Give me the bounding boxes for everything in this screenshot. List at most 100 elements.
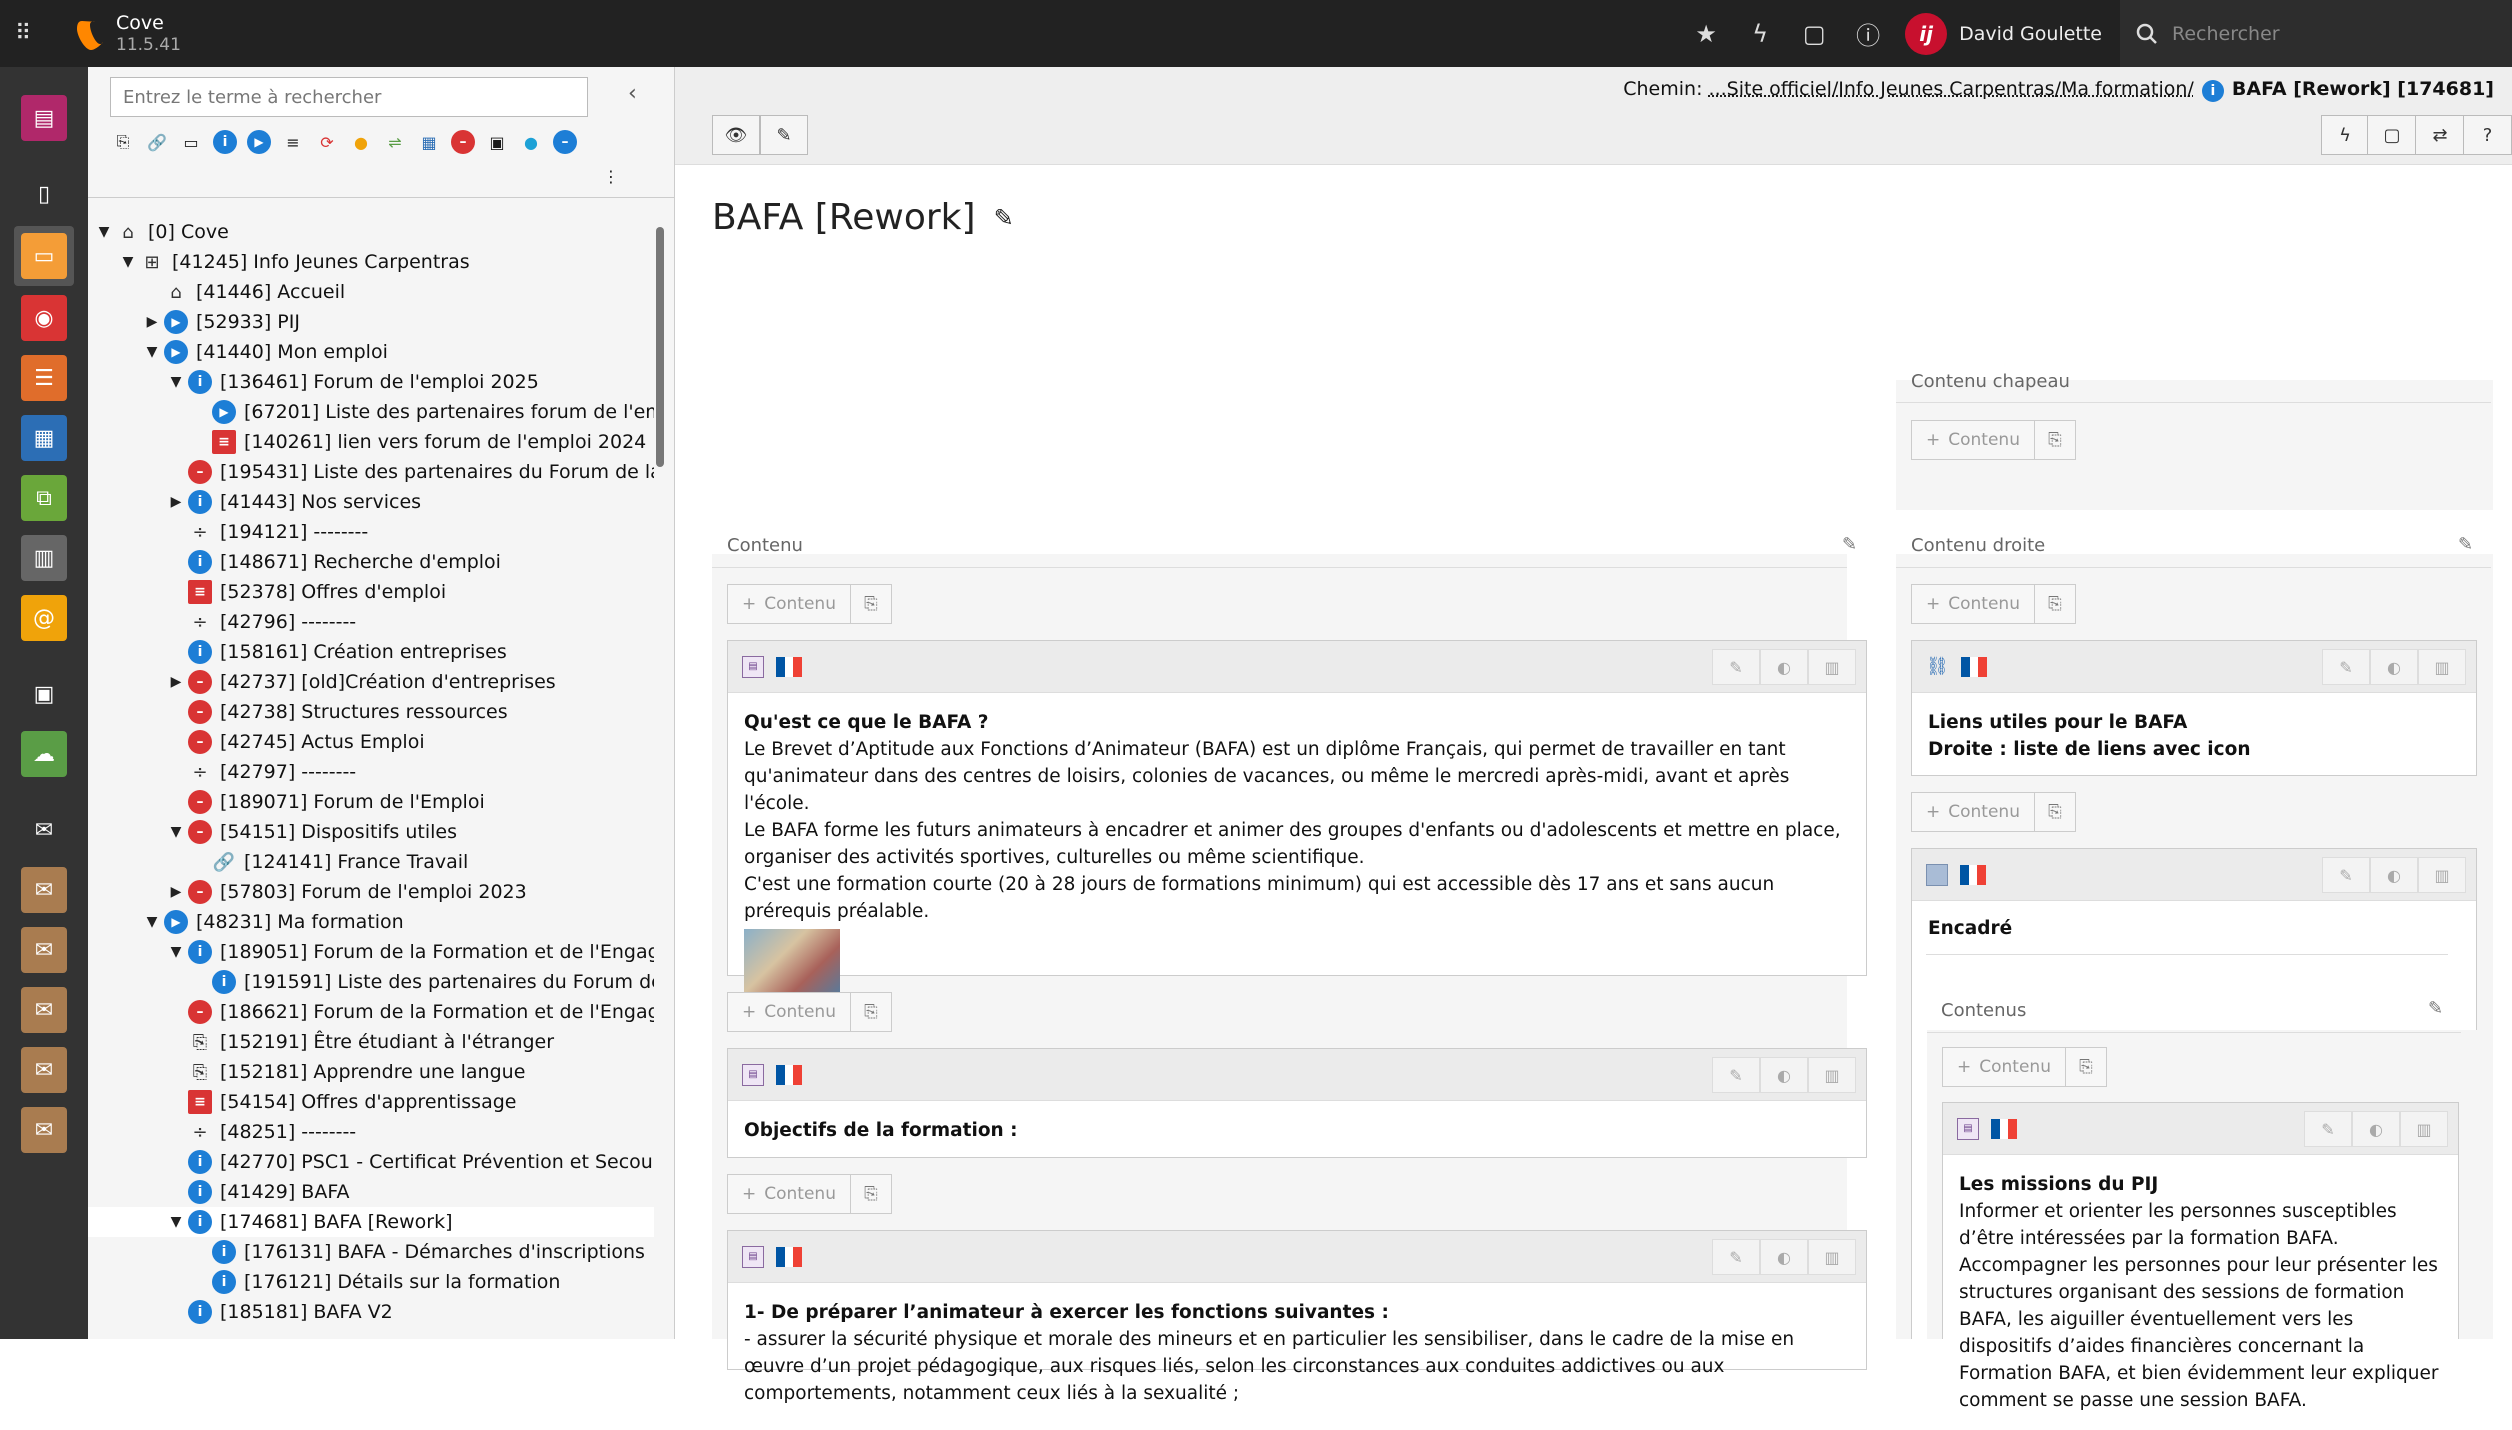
view-page-button[interactable]: 👁 bbox=[712, 115, 760, 155]
tree-node[interactable]: ÷ [42797] -------- bbox=[88, 757, 356, 787]
tree-node-label[interactable]: [41446] Accueil bbox=[196, 281, 345, 303]
edit-icon[interactable]: ✎ bbox=[2304, 1111, 2352, 1147]
new-redirect-icon[interactable]: ⟳ bbox=[314, 129, 340, 155]
apps-grid-icon[interactable]: ⠿ bbox=[0, 0, 46, 67]
opendocs-icon[interactable]: ▢ bbox=[1787, 0, 1841, 67]
tree-node[interactable]: ▶ ▶ [52933] PIJ bbox=[88, 307, 300, 337]
toggle-visibility-icon[interactable]: ◐ bbox=[2352, 1111, 2400, 1147]
tree-node-label[interactable]: [140261] lien vers forum de l'emploi 202… bbox=[244, 431, 646, 453]
new-doc-icon[interactable]: ≡ bbox=[280, 129, 306, 155]
bookmark-star-icon[interactable]: ★ bbox=[1679, 0, 1733, 67]
module-news[interactable]: @ bbox=[16, 590, 72, 646]
tree-node[interactable]: 🔗 [124141] France Travail bbox=[88, 847, 469, 877]
add-content-1[interactable]: + Contenu ⎘ bbox=[727, 584, 892, 624]
tree-node-label[interactable]: [42796] -------- bbox=[220, 611, 356, 633]
tree-node[interactable]: ÷ [42796] -------- bbox=[88, 607, 356, 637]
module-recycler[interactable]: ▥ bbox=[16, 530, 72, 586]
tree-filter-input[interactable]: Entrez le terme à rechercher bbox=[110, 77, 588, 117]
toggle-visibility-icon[interactable]: ◐ bbox=[1760, 1057, 1808, 1093]
doc-icon[interactable]: ≡ bbox=[188, 580, 212, 604]
module-list[interactable]: ☰ bbox=[16, 350, 72, 406]
collapse-tree-icon[interactable]: ‹ bbox=[628, 81, 637, 106]
edit-icon[interactable]: ✎ bbox=[1712, 649, 1760, 685]
tree-node-label[interactable]: [186621] Forum de la Formation et de l'E… bbox=[220, 1001, 654, 1023]
module-newsletter[interactable]: ✉ bbox=[16, 862, 72, 918]
tree-node-label[interactable]: [152181] Apprendre une langue bbox=[220, 1061, 525, 1083]
tree-node[interactable]: ▶ [67201] Liste des partenaires forum de … bbox=[88, 397, 654, 427]
new-calendar-icon[interactable]: ▦ bbox=[416, 129, 442, 155]
delete-icon[interactable]: ▥ bbox=[2418, 857, 2466, 893]
pencil-icon[interactable]: ✎ bbox=[994, 204, 1014, 232]
edit-icon[interactable]: ✎ bbox=[1712, 1239, 1760, 1275]
tree-node[interactable]: ⌂ [41446] Accueil bbox=[88, 277, 345, 307]
toggle-visibility-icon[interactable]: ◐ bbox=[2370, 649, 2418, 685]
collapse-node-icon[interactable]: ▼ bbox=[168, 374, 184, 390]
toggle-visibility-icon[interactable]: ◐ bbox=[2370, 857, 2418, 893]
doc-icon[interactable]: ≡ bbox=[188, 1090, 212, 1114]
collapse-node-icon[interactable]: ▼ bbox=[144, 914, 160, 930]
link-icon[interactable]: 🔗 bbox=[212, 850, 236, 874]
new-page-icon[interactable]: ⎘ bbox=[110, 129, 136, 155]
search-input[interactable]: Rechercher bbox=[2172, 23, 2280, 45]
hidden-icon[interactable]: – bbox=[188, 1000, 212, 1024]
hidden-icon[interactable]: – bbox=[188, 670, 212, 694]
expand-node-icon[interactable]: ▶ bbox=[168, 884, 184, 900]
collapse-node-icon[interactable]: ▼ bbox=[168, 944, 184, 960]
path-link[interactable]: ...Site officiel/Info Jeunes Carpentras/… bbox=[1709, 78, 2194, 100]
tree-node[interactable]: ▼ i [136461] Forum de l'emploi 2025 bbox=[88, 367, 539, 397]
hidden-icon[interactable]: – bbox=[188, 790, 212, 814]
tree-node[interactable]: – [195431] Liste des partenaires du Forum… bbox=[88, 457, 654, 487]
shortcut-icon[interactable]: ▶ bbox=[212, 400, 236, 424]
add-content-nested[interactable]: + Contenu ⎘ bbox=[1942, 1047, 2107, 1087]
info-icon[interactable]: i bbox=[188, 1150, 212, 1174]
spacer-icon[interactable]: ÷ bbox=[188, 1120, 212, 1144]
info-icon[interactable]: i bbox=[188, 1210, 212, 1234]
info-icon[interactable]: i bbox=[188, 1180, 212, 1204]
page-icon[interactable]: ⎘ bbox=[188, 1030, 212, 1054]
add-content-3[interactable]: + Contenu ⎘ bbox=[727, 1174, 892, 1214]
tree-node-label[interactable]: [185181] BAFA V2 bbox=[220, 1301, 393, 1323]
tree-node[interactable]: i [42770] PSC1 - Certificat Prévention et… bbox=[88, 1147, 654, 1177]
tree-node[interactable]: ▼ i [174681] BAFA [Rework] bbox=[88, 1207, 654, 1237]
tree-node[interactable]: ▼ ▶ [41440] Mon emploi bbox=[88, 337, 388, 367]
tree-scrollbar[interactable] bbox=[654, 207, 666, 1339]
tree-node[interactable]: ⎘ [152181] Apprendre une langue bbox=[88, 1057, 526, 1087]
add-content-chapeau[interactable]: + Contenu ⎘ bbox=[1911, 420, 2076, 460]
colpos-edit-icon[interactable]: ✎ bbox=[2458, 534, 2473, 555]
tree-node-label[interactable]: [41245] Info Jeunes Carpentras bbox=[172, 251, 470, 273]
tree-node[interactable]: – [186621] Forum de la Formation et de l'… bbox=[88, 997, 654, 1027]
tree-node-label[interactable]: [189051] Forum de la Formation et de l'E… bbox=[220, 941, 654, 963]
info-icon[interactable]: i bbox=[188, 370, 212, 394]
delete-icon[interactable]: ▥ bbox=[1808, 1239, 1856, 1275]
hidden-icon[interactable]: – bbox=[188, 700, 212, 724]
shortcut-button[interactable]: ▢ bbox=[2367, 115, 2417, 155]
delete-icon[interactable]: ▥ bbox=[2400, 1111, 2448, 1147]
info-icon[interactable]: i bbox=[188, 490, 212, 514]
new-folder-icon[interactable]: ▭ bbox=[178, 129, 204, 155]
delete-icon[interactable]: ▥ bbox=[1808, 1057, 1856, 1093]
module-view[interactable]: ◉ bbox=[16, 290, 72, 346]
tree-node[interactable]: ÷ [194121] -------- bbox=[88, 517, 368, 547]
new-hidden-icon[interactable]: – bbox=[450, 129, 476, 155]
tree-node[interactable]: ⎘ [152191] Être étudiant à l'étranger bbox=[88, 1027, 554, 1057]
hidden-icon[interactable]: – bbox=[188, 880, 212, 904]
module-mail[interactable]: ✉ bbox=[16, 802, 72, 858]
tree-node-label[interactable]: [54151] Dispositifs utiles bbox=[220, 821, 457, 843]
tree-node[interactable]: ≡ [140261] lien vers forum de l'emploi 20… bbox=[88, 427, 646, 457]
new-more-icon[interactable]: – bbox=[552, 129, 578, 155]
tree-node-label[interactable]: [52933] PIJ bbox=[196, 311, 300, 333]
tree-node[interactable]: ▼ ⊞ [41245] Info Jeunes Carpentras bbox=[88, 247, 470, 277]
new-chat-icon[interactable]: ● bbox=[518, 129, 544, 155]
module-newsletter-stats[interactable]: ✉ bbox=[16, 982, 72, 1038]
tree-node-label[interactable]: [41443] Nos services bbox=[220, 491, 421, 513]
tree-node-label[interactable]: [174681] BAFA [Rework] bbox=[220, 1211, 453, 1233]
module-newsletter-config[interactable]: ✉ bbox=[16, 1102, 72, 1158]
tree-node-label[interactable]: [148671] Recherche d'emploi bbox=[220, 551, 501, 573]
tree-node[interactable]: i [41429] BAFA bbox=[88, 1177, 350, 1207]
share-button[interactable]: ⇄ bbox=[2415, 115, 2465, 155]
tree-node-label[interactable]: [48251] -------- bbox=[220, 1121, 356, 1143]
tree-node-label[interactable]: [42770] PSC1 - Certificat Prévention et … bbox=[220, 1151, 654, 1173]
expand-node-icon[interactable]: ▶ bbox=[168, 674, 184, 690]
tree-node[interactable]: ▼ – [54151] Dispositifs utiles bbox=[88, 817, 457, 847]
doc-icon[interactable]: ≡ bbox=[212, 430, 236, 454]
